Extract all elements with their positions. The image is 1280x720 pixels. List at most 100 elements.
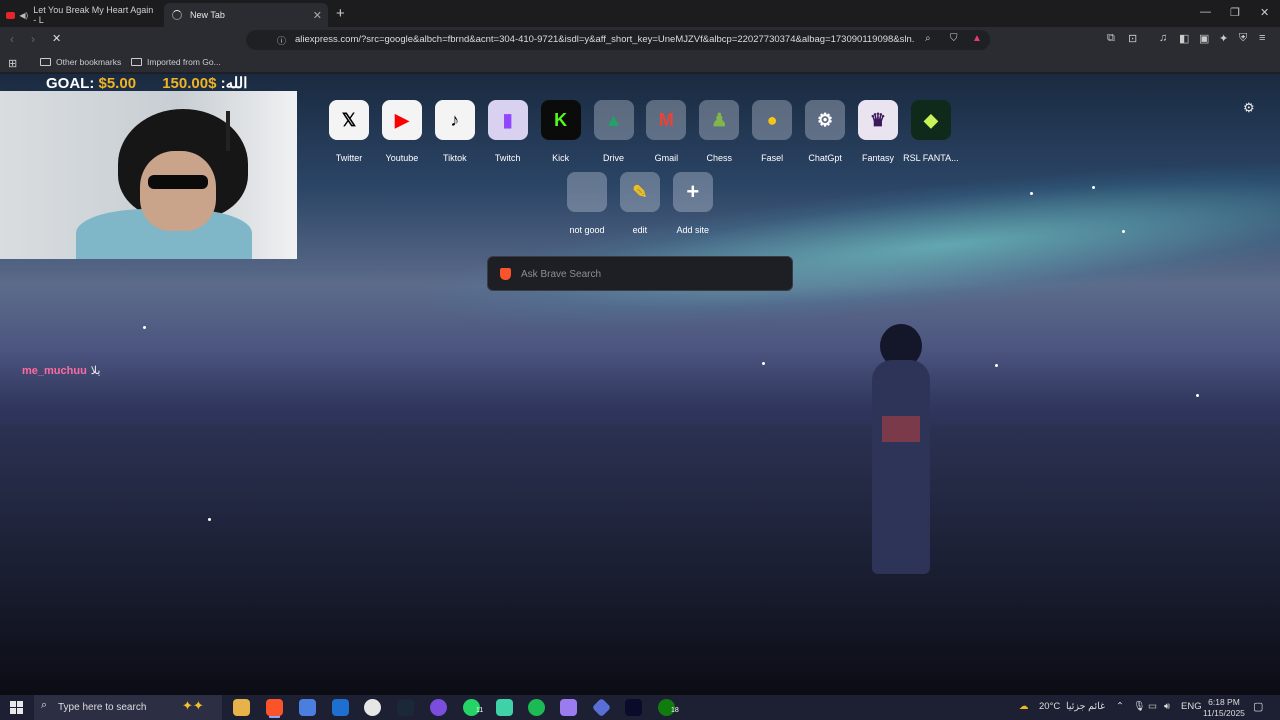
top-site-label: Chess <box>706 153 733 163</box>
plus-icon: + <box>672 172 713 212</box>
tray-chevron-icon[interactable]: ⌃ <box>1116 701 1124 712</box>
sidebar-icon[interactable]: ◧ <box>1179 32 1189 45</box>
bookmark-folder-other[interactable]: Other bookmarks <box>40 57 121 67</box>
top-site-label: Youtube <box>385 153 419 163</box>
taskbar-search[interactable]: ⌕ Type here to search ✦✦ <box>34 695 222 720</box>
close-tab-icon[interactable]: ✕ <box>313 9 322 22</box>
search-icon: ⌕ <box>41 699 48 711</box>
restore-button[interactable]: ❐ <box>1230 6 1240 19</box>
wallpaper-aurora <box>416 148 1280 360</box>
top-site-twitter[interactable]: 𝕏 Twitter <box>321 100 377 163</box>
media-icon[interactable]: ♫ <box>1159 32 1167 44</box>
brave-rewards-icon[interactable]: ▲ <box>972 33 982 44</box>
back-button[interactable]: ‹ <box>10 32 14 46</box>
chat-username: me_muchuu <box>22 365 87 377</box>
zoom-icon[interactable]: ⌕ <box>925 33 931 44</box>
top-site-gmail[interactable]: M Gmail <box>638 100 694 163</box>
volume-icon[interactable]: 🔊︎ <box>1164 701 1170 712</box>
network-icon[interactable]: ▭ <box>1148 701 1157 712</box>
top-site-twitch[interactable]: ▮ Twitch <box>480 100 536 163</box>
gmail-icon: M <box>646 100 687 140</box>
tab-new-tab[interactable]: New Tab ✕ <box>164 3 328 27</box>
new-tab-button[interactable]: + <box>336 5 345 22</box>
top-site-rsl-fanta[interactable]: ◆ RSL FANTA... <box>903 100 959 163</box>
minimize-button[interactable]: — <box>1200 6 1211 18</box>
top-site-label: edit <box>632 225 648 235</box>
wallpaper-star <box>1122 230 1125 233</box>
terminal-app-icon[interactable] <box>625 699 642 716</box>
weather-icon[interactable]: ☁ <box>1019 701 1029 712</box>
apps-grid-icon[interactable]: ⊞ <box>8 57 17 70</box>
search-highlights-icon: ✦✦ <box>182 698 204 713</box>
search-input[interactable] <box>521 266 781 282</box>
wallpaper-star <box>143 326 146 329</box>
language-indicator[interactable]: ENG <box>1181 701 1202 712</box>
clock-app-icon[interactable] <box>364 699 381 716</box>
brave-browser-icon[interactable] <box>266 699 283 716</box>
file-explorer-icon[interactable] <box>233 699 250 716</box>
weather-desc[interactable]: غائم جزئيا <box>1066 701 1105 712</box>
notification-icon[interactable]: ▢ <box>1253 700 1263 713</box>
folder-icon <box>40 58 51 66</box>
forward-button[interactable]: › <box>31 32 35 46</box>
gear-icon[interactable]: ⚙ <box>1243 100 1255 116</box>
taskbar-clock[interactable]: 6:18 PM 11/15/2025 <box>1203 697 1245 719</box>
wallpaper-star <box>1030 192 1033 195</box>
vpn-icon[interactable]: ⛨ <box>1239 32 1247 45</box>
youtube-icon: ▶ <box>381 100 422 140</box>
wallpaper-figure <box>868 324 932 574</box>
speaker-icon[interactable]: ◀) <box>19 11 28 20</box>
webcam-sunglasses <box>148 175 208 189</box>
windows-start-icon[interactable] <box>10 701 23 714</box>
top-site-tiktok[interactable]: ♪ Tiktok <box>427 100 483 163</box>
top-site-drive[interactable]: ▲ Drive <box>586 100 642 163</box>
goal-suffix: :الله <box>220 75 248 92</box>
top-site-fasel[interactable]: ● Fasel <box>744 100 800 163</box>
top-site-label: Gmail <box>654 153 679 163</box>
top-site-edit[interactable]: ✎ edit <box>612 172 668 235</box>
top-site-chess[interactable]: ♟ Chess <box>691 100 747 163</box>
top-site-chatgpt[interactable]: ⚙ ChatGpt <box>797 100 853 163</box>
tab-youtube[interactable]: ◀) Let You Break My Heart Again - L <box>6 3 158 27</box>
webcam-overlay <box>0 91 297 259</box>
twitch-icon: ▮ <box>487 100 528 140</box>
spotify-icon[interactable] <box>528 699 545 716</box>
microphone-icon[interactable]: 🎙︎ <box>1133 701 1145 712</box>
steam-icon[interactable] <box>397 699 414 716</box>
top-site-kick[interactable]: K Kick <box>533 100 589 163</box>
outlook-icon[interactable] <box>332 699 349 716</box>
tab-title: Let You Break My Heart Again - L <box>33 5 154 25</box>
top-site-label: Add site <box>676 225 710 235</box>
wallet-icon[interactable]: ▣ <box>1199 32 1209 45</box>
address-bar-url[interactable]: aliexpress.com/?src=google&albch=fbrnd&a… <box>295 34 915 45</box>
folder-icon <box>131 58 142 66</box>
top-site-add-site[interactable]: + Add site <box>665 172 721 235</box>
rsl-fantasy-icon: ◆ <box>910 100 951 140</box>
top-site-not-good[interactable]: not good <box>559 172 615 235</box>
app-icon[interactable] <box>496 699 513 716</box>
top-site-youtube[interactable]: ▶ Youtube <box>374 100 430 163</box>
stop-loading-button[interactable]: ✕ <box>52 32 61 45</box>
lightbulb-icon: ● <box>752 100 793 140</box>
screenshot-icon[interactable]: ⊡ <box>1128 32 1137 45</box>
site-info-icon[interactable]: ⓘ <box>277 34 286 47</box>
address-bar[interactable]: ⓘ aliexpress.com/?src=google&albch=fbrnd… <box>246 30 990 50</box>
top-site-label: Tiktok <box>442 153 467 163</box>
tab-title: New Tab <box>190 10 225 20</box>
leo-ai-icon[interactable]: ✦ <box>1219 32 1228 45</box>
discord-like-app-icon[interactable] <box>430 699 447 716</box>
brave-shields-icon[interactable]: ⛉ <box>950 33 958 44</box>
clock-date: 11/15/2025 <box>1203 708 1245 718</box>
menu-icon[interactable]: ≡ <box>1259 32 1265 44</box>
bookmark-folder-imported[interactable]: Imported from Go... <box>131 57 221 67</box>
top-site-fantasy[interactable]: ♛ Fantasy <box>850 100 906 163</box>
bookmark-label: Other bookmarks <box>56 57 122 67</box>
weather-temp[interactable]: 20°C <box>1039 701 1060 712</box>
brave-search-box[interactable] <box>487 256 793 291</box>
close-window-button[interactable]: ✕ <box>1260 6 1269 19</box>
microsoft-store-icon[interactable] <box>299 699 316 716</box>
top-site-label: Fantasy <box>861 153 894 163</box>
vpn-app-icon[interactable] <box>591 697 612 718</box>
game-controller-icon[interactable] <box>560 699 577 716</box>
extensions-icon[interactable]: ⧉ <box>1107 32 1115 45</box>
